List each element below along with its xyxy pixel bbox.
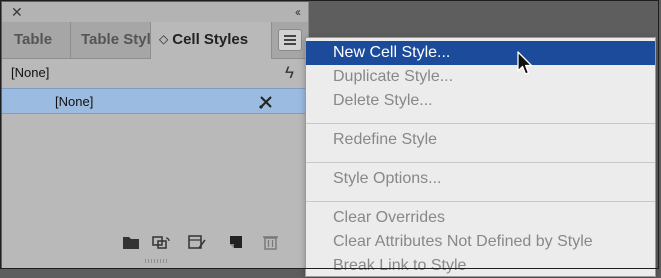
menu-separator (306, 201, 655, 202)
clear-overrides-icon[interactable] (188, 234, 206, 250)
pen-icon (258, 96, 272, 110)
menu-separator (306, 162, 655, 163)
menu-item-clear-attributes[interactable]: Clear Attributes Not Defined by Style (306, 230, 655, 254)
menu-item-redefine-style[interactable]: Redefine Style (306, 128, 655, 152)
panel-flyout-menu: New Cell Style... Duplicate Style... Del… (305, 37, 656, 277)
lightning-icon: ϟ (285, 63, 294, 82)
tab-cell-styles[interactable]: ◇ Cell Styles (151, 22, 272, 59)
menu-item-duplicate-style[interactable]: Duplicate Style... (306, 65, 655, 89)
panel-menu-button[interactable] (278, 29, 302, 51)
panel-title-bar: ✕ ‹‹ (2, 2, 308, 22)
menu-item-break-link[interactable]: Break Link to Style (306, 254, 655, 278)
close-icon[interactable]: ✕ (11, 4, 23, 20)
style-row-label: [None] (55, 94, 94, 109)
hamburger-icon-line (284, 39, 296, 41)
tab-table[interactable]: Table (2, 22, 71, 58)
menu-item-delete-style[interactable]: Delete Style... (306, 89, 655, 113)
resize-grip[interactable] (145, 259, 169, 263)
tab-cell-styles-label: Cell Styles (172, 31, 249, 48)
panel-tabs: Table Table Styl ◇ Cell Styles (2, 22, 308, 59)
style-row-basic[interactable]: [None] ϟ (2, 58, 308, 88)
collapse-icon[interactable]: ‹‹ (295, 4, 301, 20)
menu-item-style-options[interactable]: Style Options... (306, 167, 655, 191)
style-row-label: [None] (11, 65, 50, 80)
new-style-icon[interactable] (228, 234, 246, 250)
style-row-selected[interactable]: [None] (2, 88, 308, 114)
menu-separator (306, 123, 655, 124)
tab-table-styles-label: Table Styl (81, 31, 151, 48)
panel-footer (2, 228, 308, 258)
mouse-cursor-icon (517, 51, 533, 75)
tab-table-styles[interactable]: Table Styl (71, 22, 151, 58)
load-styles-icon[interactable] (152, 234, 170, 250)
folder-icon[interactable] (122, 234, 140, 250)
hamburger-icon (284, 35, 296, 37)
menu-item-clear-overrides[interactable]: Clear Overrides (306, 206, 655, 230)
tab-table-label: Table (14, 31, 53, 48)
cell-styles-panel: ✕ ‹‹ Table Table Styl ◇ Cell Styles [None… (2, 2, 309, 269)
sort-icon: ◇ (159, 32, 169, 46)
trash-icon[interactable] (262, 234, 280, 250)
menu-item-new-cell-style[interactable]: New Cell Style... (306, 41, 655, 65)
hamburger-icon-line (284, 43, 296, 45)
